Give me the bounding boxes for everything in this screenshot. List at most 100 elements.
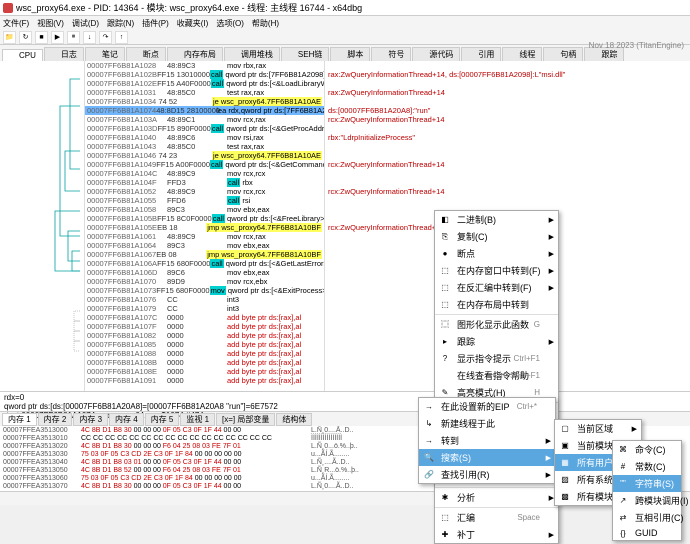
disassembly-view[interactable]: 00007FF6B81A102848:89C3mov rbx,rax00007F… [85,61,325,391]
disasm-row[interactable]: 00007FF6B81A106489C3mov ebx,eax [85,241,324,250]
dump-tab[interactable]: 内存 1 [2,413,37,426]
menu-item[interactable]: ⬚汇编Space [435,509,558,526]
menu-item[interactable]: ⌘命令(C) [613,441,681,458]
tab-1[interactable]: 日志 [44,47,84,61]
menu-item[interactable]: 选项(O) [216,18,244,29]
disasm-row[interactable]: 00007FF6B81A1049FF15 A00F0000call qword … [85,160,324,169]
menu-item[interactable]: 在线查看指令帮助Ctrl+Shift+F1 [435,367,558,384]
tab-4[interactable]: 内存布局 [167,47,223,61]
dump-tab[interactable]: 内存 2 [38,413,73,426]
step-out-button[interactable]: ↑ [115,31,128,44]
menu-item[interactable]: 跟踪(N) [107,18,134,29]
menu-item[interactable]: ⬚在内存布局中转到 [435,296,558,313]
menu-item[interactable]: ✱分析▶ [435,489,558,506]
menu-item[interactable]: ⇄互相引用(C) [613,509,681,526]
disasm-row[interactable]: 00007FF6B81A107089D9mov rcx,ebx [85,277,324,286]
disasm-row[interactable]: 00007FF6B81A104348:85C0test rax,rax [85,142,324,151]
tab-5[interactable]: 调用堆栈 [224,47,280,61]
menu-item[interactable]: →转到▶ [419,432,555,449]
menu-item[interactable]: 调试(D) [72,18,99,29]
disasm-row[interactable]: 00007FF6B81A104FFFD3call rbx [85,178,324,187]
tab-9[interactable]: 源代码 [412,47,460,61]
disasm-row[interactable]: 00007FF6B81A10850000add byte ptr ds:[rax… [85,340,324,349]
disasm-row[interactable]: 00007FF6B81A1079CCint3 [85,304,324,313]
tab-6[interactable]: SEH链 [281,47,329,61]
menu-item[interactable]: ""字符串(S) [613,475,681,492]
menu-item[interactable]: 🔍搜索(S)▶ [419,449,555,466]
menu-item[interactable]: ⿴图形化显示此函数G [435,316,558,333]
disasm-row[interactable]: 00007FF6B81A108E0000add byte ptr ds:[rax… [85,367,324,376]
disasm-row[interactable]: 00007FF6B81A105EEB 18jmp wsc_proxy64.7FF… [85,223,324,232]
menu-item[interactable]: 插件(P) [142,18,169,29]
context-menu-main[interactable]: ◧二进制(B)▶⎘复制(C)▶●断点▶⬚在内存窗口中转到(F)▶⬚在反汇编中转到… [434,210,559,544]
disasm-row[interactable]: 00007FF6B81A1055FFD6call rsi [85,196,324,205]
tab-7[interactable]: 脚本 [330,47,370,61]
menu-item[interactable]: ⬚在反汇编中转到(F)▶ [435,279,558,296]
tab-0[interactable]: CPU [2,49,43,61]
disasm-row[interactable]: 00007FF6B81A102BFF15 13010000call qword … [85,70,324,79]
disasm-row[interactable]: 00007FF6B81A105889C3mov ebx,eax [85,205,324,214]
tab-11[interactable]: 线程 [502,47,542,61]
menu-item[interactable]: 🔗查找引用(R)▶ [419,466,555,483]
disasm-row[interactable]: 00007FF6B81A106148:89C9mov rcx,rax [85,232,324,241]
menu-item[interactable]: ⬚在内存窗口中转到(F)▶ [435,262,558,279]
disasm-row[interactable]: 00007FF6B81A106AFF15 680F0000call qword … [85,259,324,268]
dump-tab[interactable]: 监视 1 [180,413,215,426]
dump-tab[interactable]: 内存 5 [145,413,180,426]
disasm-row[interactable]: 00007FF6B81A102848:89C3mov rbx,rax [85,61,324,70]
step-over-button[interactable]: ↷ [99,31,112,44]
menu-item[interactable]: {}GUID [613,526,681,540]
disasm-row[interactable]: 00007FF6B81A107448:8D15 28100000lea rdx,… [85,106,324,115]
menu-item[interactable]: ?显示指令提示Ctrl+F1 [435,350,558,367]
disasm-row[interactable]: 00007FF6B81A105248:89C9mov rcx,rcx [85,187,324,196]
disasm-row[interactable]: 00007FF6B81A102EFF15 A40F0000call qword … [85,79,324,88]
dump-tab[interactable]: 内存 4 [109,413,144,426]
pause-button[interactable]: ⏸ [67,31,80,44]
menu-item[interactable]: ◧二进制(B)▶ [435,211,558,228]
stop-button[interactable]: ■ [35,31,48,44]
menu-item[interactable]: →在此设置新的EIPCtrl+* [419,398,555,415]
disasm-row[interactable]: 00007FF6B81A103474 52je wsc_proxy64.7FF6… [85,97,324,106]
menu-item[interactable]: 文件(F) [3,18,29,29]
open-button[interactable]: 📁 [3,31,16,44]
tab-8[interactable]: 符号 [371,47,411,61]
context-menu-sub3[interactable]: ⌘命令(C)#常数(C)""字符串(S)↗跨模块调用(I)⇄互相引用(C){}G… [612,440,682,541]
dump-tab[interactable]: 结构体 [276,413,312,426]
disasm-row[interactable]: 00007FF6B81A1076CCint3 [85,295,324,304]
dump-tab[interactable]: [x=] 局部变量 [216,413,275,426]
disasm-row[interactable]: 00007FF6B81A1073FF15 680F0000mov qword p… [85,286,324,295]
disasm-row[interactable]: 00007FF6B81A104C48:89C9mov rcx,rcx [85,169,324,178]
run-button[interactable]: ▶ [51,31,64,44]
disasm-row[interactable]: 00007FF6B81A103A48:89C1mov rcx,rax [85,115,324,124]
menu-item[interactable]: ●断点▶ [435,245,558,262]
menu-item[interactable]: ▸跟踪▶ [435,333,558,350]
disasm-row[interactable]: 00007FF6B81A106D89C6mov ebx,eax [85,268,324,277]
menu-item[interactable]: ↳新建线程于此 [419,415,555,432]
disasm-row[interactable]: 00007FF6B81A108B0000add byte ptr ds:[rax… [85,358,324,367]
disasm-row[interactable]: 00007FF6B81A107F0000add byte ptr ds:[rax… [85,322,324,331]
disasm-row[interactable]: 00007FF6B81A103148:85C0test rax,rax [85,88,324,97]
menu-item[interactable]: ⎘复制(C)▶ [435,228,558,245]
disasm-row[interactable]: 00007FF6B81A104048:89C6mov rsi,rax [85,133,324,142]
disasm-row[interactable]: 00007FF6B81A104674 23je wsc_proxy64.7FF6… [85,151,324,160]
disasm-row[interactable]: 00007FF6B81A10820000add byte ptr ds:[rax… [85,331,324,340]
step-into-button[interactable]: ↓ [83,31,96,44]
tab-3[interactable]: 断点 [126,47,166,61]
menu-item[interactable]: 帮助(H) [252,18,279,29]
disasm-row[interactable]: 00007FF6B81A10880000add byte ptr ds:[rax… [85,349,324,358]
menu-item[interactable]: ↗跨模块调用(I) [613,492,681,509]
disasm-row[interactable]: 00007FF6B81A107C0000add byte ptr ds:[rax… [85,313,324,322]
disasm-row[interactable]: 00007FF6B81A105BFF15 8C0F0000call qword … [85,214,324,223]
menu-item[interactable]: 收藏夹(I) [177,18,209,29]
menu-item[interactable]: #常数(C) [613,458,681,475]
disasm-row[interactable]: 00007FF6B81A103DFF15 890F0000call qword … [85,124,324,133]
menu-item[interactable]: ▢当前区域▶ [555,420,641,437]
dump-tab[interactable]: 内存 3 [73,413,108,426]
menu-item[interactable]: ✚补丁▶ [435,526,558,543]
tab-10[interactable]: 引用 [461,47,501,61]
menu-item[interactable]: 视图(V) [37,18,64,29]
disasm-row[interactable]: 00007FF6B81A10910000add byte ptr ds:[rax… [85,376,324,385]
disasm-row[interactable]: 00007FF6B81A1067EB 08jmp wsc_proxy64.7FF… [85,250,324,259]
context-menu-sub1[interactable]: →在此设置新的EIPCtrl+*↳新建线程于此→转到▶🔍搜索(S)▶🔗查找引用(… [418,397,556,484]
restart-button[interactable]: ↻ [19,31,32,44]
